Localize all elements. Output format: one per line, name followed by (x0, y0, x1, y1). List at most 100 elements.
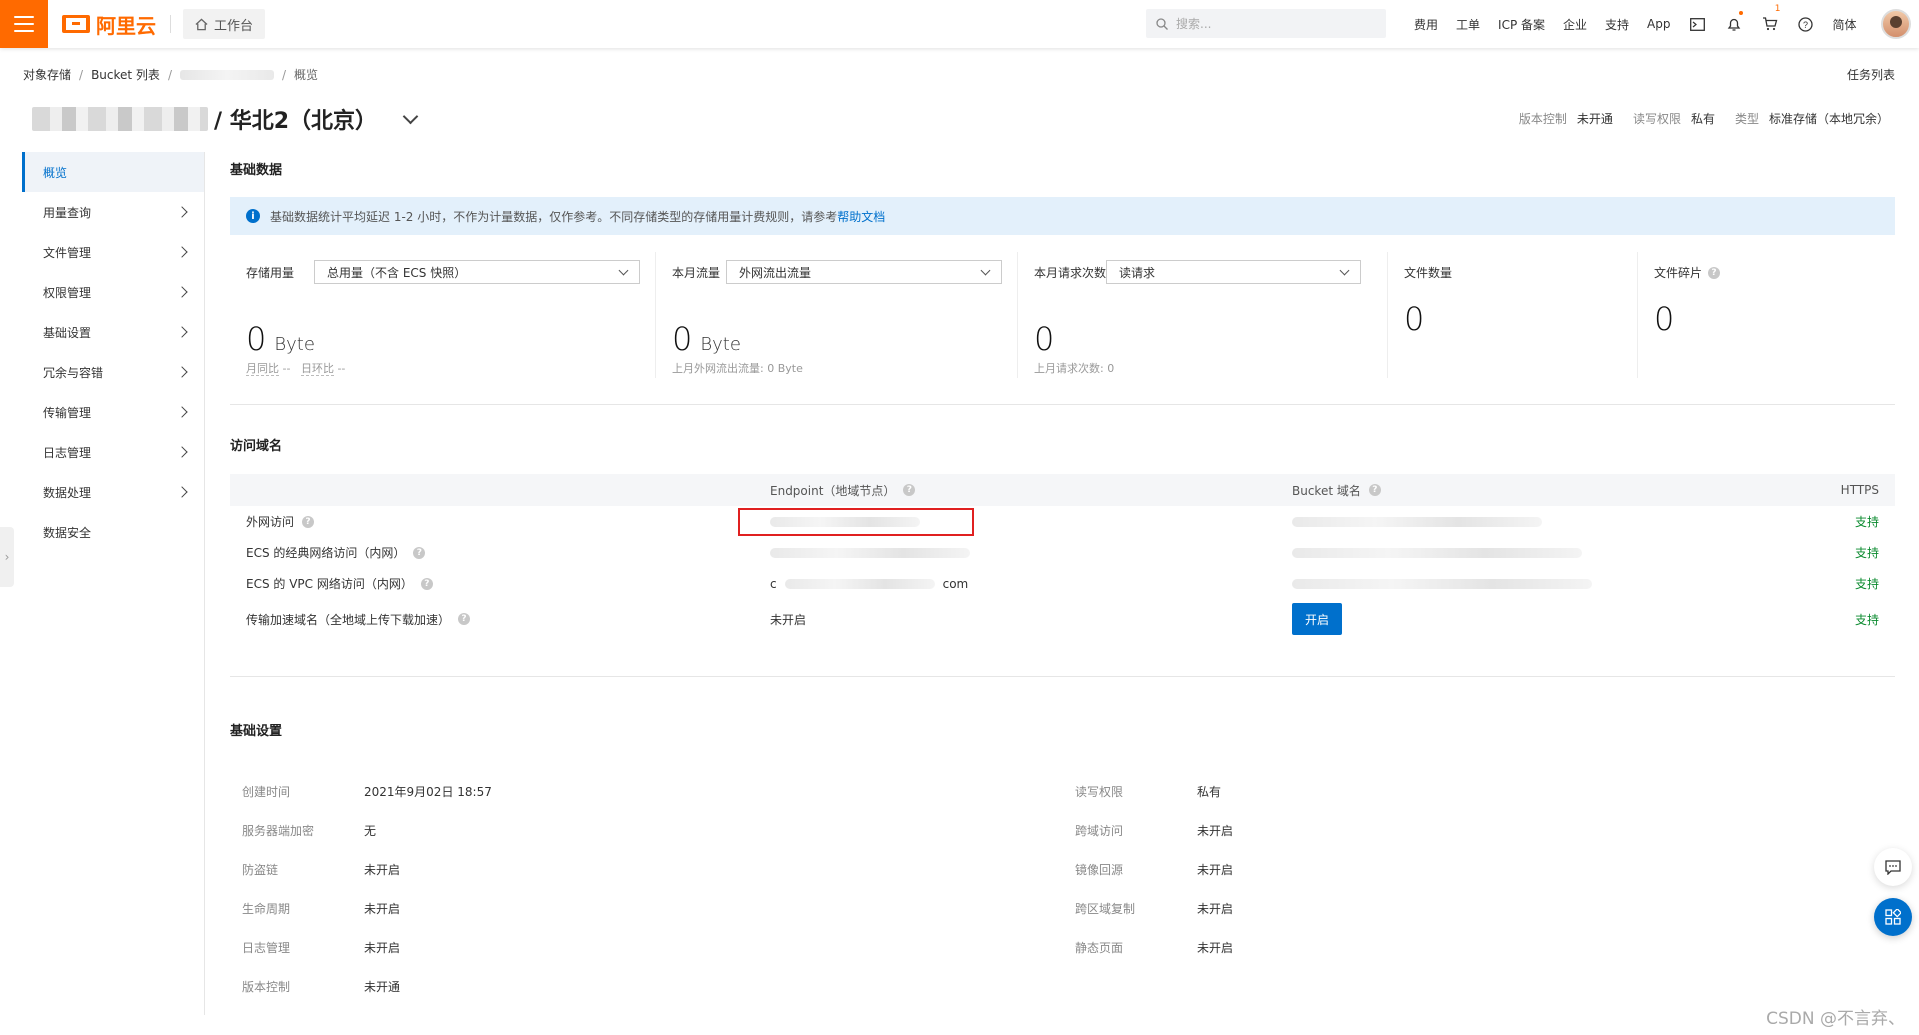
breadcrumb-bucket-list[interactable]: Bucket 列表 (91, 66, 160, 83)
sidebar-item-data-security[interactable]: 数据安全 (22, 512, 204, 552)
sidebar-item-usage[interactable]: 用量查询 (22, 192, 204, 232)
stat-requests: 本月请求次数 读请求 0 上月请求次数: 0 (1018, 252, 1388, 378)
brand-name: 阿里云 (96, 13, 156, 38)
top-link-icp[interactable]: ICP 备案 (1489, 16, 1554, 33)
setting-acl: 读写权限 私有 (1075, 783, 1221, 800)
top-link-billing[interactable]: 费用 (1405, 16, 1447, 33)
col-bucket-label: Bucket 域名 (1292, 483, 1361, 498)
bucket-properties: 版本控制 未开通 读写权限 私有 类型 标准存储（本地冗余） (1519, 110, 1889, 127)
setting-key: 跨区域复制 (1075, 902, 1136, 916)
sidebar-item-files[interactable]: 文件管理 (22, 232, 204, 272)
value-number: 0 (672, 320, 693, 358)
terminal-icon[interactable] (1680, 0, 1716, 48)
acceleration-status: 未开启 (770, 612, 807, 627)
sidebar-item-overview[interactable]: 概览 (22, 152, 204, 192)
top-link-ticket[interactable]: 工单 (1447, 16, 1489, 33)
row-label: ECS 的经典网络访问（内网） (246, 546, 406, 560)
cart-icon[interactable]: 1 (1752, 0, 1788, 48)
global-search-input[interactable]: 搜索... (1146, 9, 1386, 38)
hamburger-menu-button[interactable] (0, 0, 48, 48)
setting-key: 镜像回源 (1075, 863, 1124, 877)
prop-acl-value: 私有 (1690, 112, 1715, 126)
help-doc-link[interactable]: 帮助文档 (837, 210, 885, 224)
setting-lifecycle: 生命周期 未开启 (242, 900, 400, 917)
stat-label: 文件碎片? (1654, 264, 1879, 281)
setting-value: 无 (364, 824, 377, 838)
storage-type-select[interactable]: 总用量（不含 ECS 快照） (314, 260, 640, 284)
traffic-value: 0 Byte (672, 320, 741, 358)
sidebar-item-data-processing[interactable]: 数据处理 (22, 472, 204, 512)
col-bucket-domain: Bucket 域名? (1292, 482, 1381, 499)
help-icon[interactable]: ? (302, 515, 315, 528)
storage-compare: 月同比 -- 日环比 -- (246, 360, 345, 376)
setting-value: 未开通 (364, 980, 401, 994)
home-icon (195, 18, 208, 30)
bucket-domain-redacted[interactable] (1292, 547, 1582, 558)
help-icon[interactable]: ? (458, 613, 471, 625)
sidebar-item-transfer[interactable]: 传输管理 (22, 392, 204, 432)
breadcrumb-separator: / (167, 67, 172, 82)
setting-created-time: 创建时间 2021年9月02日 18:57 (242, 783, 492, 800)
sidebar-item-label: 权限管理 (43, 285, 92, 300)
breadcrumb-oss[interactable]: 对象存储 (23, 66, 71, 83)
sidebar-item-basic-settings[interactable]: 基础设置 (22, 312, 204, 352)
table-row: 外网访问? 支持 (230, 506, 1895, 537)
stats-panel: 存储用量 总用量（不含 ECS 快照） 0 Byte 月同比 -- 日环比 -- … (230, 252, 1895, 378)
info-icon: i (246, 209, 260, 223)
help-icon[interactable]: ? (903, 484, 916, 496)
traffic-last-month: 上月外网流出流量: 0 Byte (672, 362, 803, 375)
task-list-link[interactable]: 任务列表 (1847, 66, 1895, 83)
dod-label: 日环比 (300, 362, 334, 376)
row-name: 外网访问? (246, 513, 315, 530)
sidebar-collapse-handle[interactable]: › (0, 527, 14, 587)
top-link-support[interactable]: 支持 (1596, 16, 1638, 33)
apps-button[interactable] (1874, 898, 1912, 936)
help-icon[interactable]: ? (1788, 0, 1824, 48)
help-icon[interactable]: ? (1368, 484, 1381, 496)
stat-label-text: 文件碎片 (1654, 266, 1703, 280)
row-name: ECS 的 VPC 网络访问（内网）? (246, 575, 433, 592)
enable-acceleration-button[interactable]: 开启 (1292, 603, 1342, 635)
setting-value: 未开启 (1197, 863, 1234, 877)
sidebar-item-permissions[interactable]: 权限管理 (22, 272, 204, 312)
col-https: HTTPS (1840, 483, 1879, 497)
help-icon[interactable]: ? (420, 577, 433, 590)
table-row: ECS 的经典网络访问（内网）? 支持 (230, 537, 1895, 568)
bucket-domain-redacted[interactable] (1292, 578, 1592, 589)
table-row: 传输加速域名（全地域上传下载加速）? 未开启 开启 支持 (230, 599, 1895, 639)
sidebar-item-label: 基础设置 (43, 325, 92, 340)
top-link-app[interactable]: App (1638, 17, 1679, 31)
traffic-type-select[interactable]: 外网流出流量 (726, 260, 1002, 284)
select-value: 读请求 (1119, 265, 1156, 280)
chevron-down-icon (980, 265, 991, 275)
bucket-domain-redacted[interactable] (1292, 516, 1542, 527)
https-support: 支持 (1854, 577, 1879, 591)
stat-traffic: 本月流量 外网流出流量 0 Byte 上月外网流出流量: 0 Byte (656, 252, 1018, 378)
chat-icon (1885, 859, 1901, 875)
setting-value: 未开启 (364, 902, 401, 916)
setting-encryption: 服务器端加密 无 (242, 822, 376, 839)
chat-button[interactable] (1874, 848, 1912, 886)
sidebar-item-logs[interactable]: 日志管理 (22, 432, 204, 472)
chevron-down-icon[interactable] (402, 108, 419, 124)
chevron-right-icon (176, 246, 188, 258)
help-icon[interactable]: ? (413, 546, 426, 559)
language-switch[interactable]: 简体 (1824, 16, 1866, 33)
divider (230, 676, 1895, 677)
request-type-select[interactable]: 读请求 (1106, 260, 1361, 284)
setting-value: 2021年9月02日 18:57 (364, 785, 492, 799)
endpoint-partial[interactable]: c com (770, 577, 968, 591)
csdn-watermark: CSDN @不言弃、 (1766, 1009, 1905, 1029)
workbench-label: 工作台 (214, 18, 254, 34)
sidebar-item-redundancy[interactable]: 冗余与容错 (22, 352, 204, 392)
user-avatar[interactable] (1881, 9, 1911, 39)
workbench-button[interactable]: 工作台 (183, 9, 266, 39)
aliyun-logo[interactable]: 阿里云 (62, 10, 156, 39)
endpoint-redacted[interactable] (770, 547, 970, 558)
help-icon[interactable]: ? (1708, 266, 1721, 279)
chevron-right-icon (176, 486, 188, 498)
bell-icon[interactable] (1716, 0, 1752, 48)
section-title-basic-data: 基础数据 (230, 163, 283, 178)
breadcrumb-bucket-name-redacted[interactable] (179, 69, 274, 80)
top-link-enterprise[interactable]: 企业 (1554, 16, 1596, 33)
